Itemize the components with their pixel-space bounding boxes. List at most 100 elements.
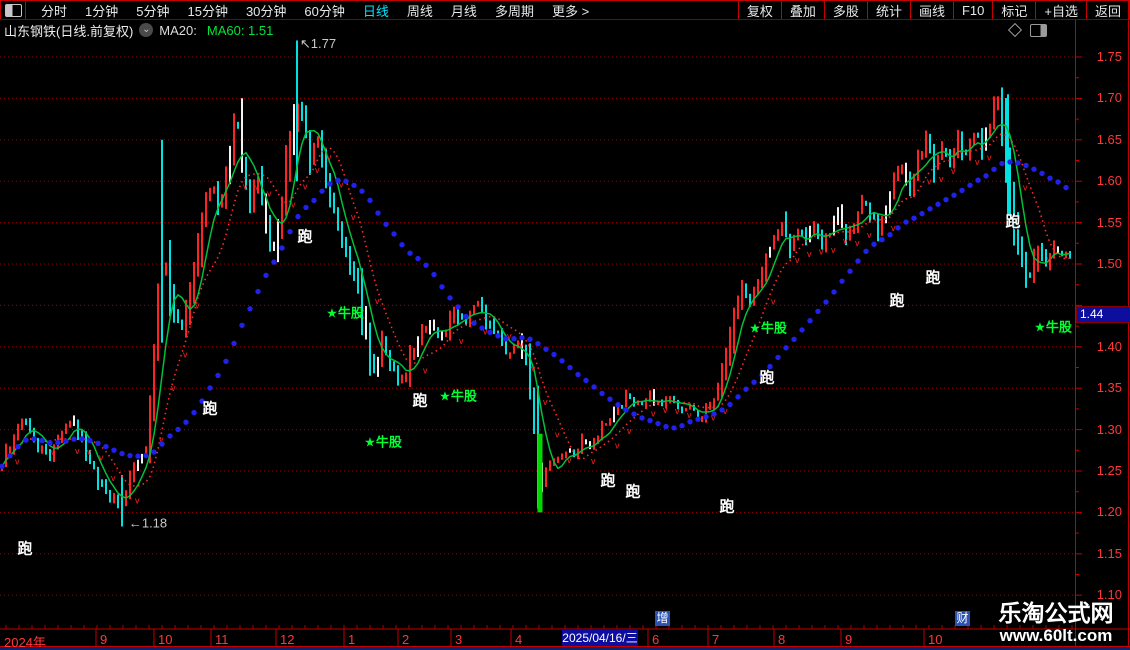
candlestick-chart[interactable]: vv v vvvvvvvvv vvvvvvvvvvvv vvvvvv vvvv v v v vvv… [0, 0, 1130, 650]
svg-text:v: v [987, 153, 992, 163]
svg-text:v: v [675, 406, 680, 416]
x-axis-label: 12 [280, 632, 295, 647]
x-axis-label: 3 [455, 632, 463, 647]
run-annotation: 跑 [202, 400, 218, 418]
price-callout: ↖1.77 [299, 36, 337, 51]
y-axis-label: 1.70 [1096, 90, 1122, 106]
svg-text:v: v [855, 238, 860, 248]
zeng-marker-badge: 增 [655, 611, 670, 626]
run-annotation: 跑 [719, 498, 735, 516]
svg-text:v: v [1023, 182, 1028, 192]
y-axis-label: 1.35 [1096, 380, 1122, 396]
watermark-url: www.60lt.com [999, 626, 1113, 645]
y-axis-label: 1.25 [1096, 463, 1122, 478]
watermark-site-name: 乐淘公式网 [998, 600, 1114, 626]
svg-text:v: v [15, 457, 20, 467]
svg-text:v: v [807, 249, 812, 259]
bull-stock-annotation: ★牛股 [749, 320, 787, 336]
x-axis-label: 7 [712, 632, 720, 647]
svg-text:v: v [819, 246, 824, 256]
cai-marker-badge: 财 [955, 611, 970, 626]
y-axis-label: 1.15 [1096, 545, 1122, 561]
svg-text:v: v [75, 446, 80, 456]
x-axis-label: 10 [928, 632, 943, 647]
y-axis-label: 1.60 [1096, 173, 1122, 189]
y-axis-label: 1.20 [1096, 504, 1122, 520]
axis-border-line [1075, 20, 1076, 647]
selected-date-box: 2025/04/16/三 [562, 630, 638, 646]
bull-stock-annotation: ★牛股 [439, 388, 477, 404]
svg-text:v: v [663, 405, 668, 415]
y-axis-label: 1.75 [1096, 49, 1122, 64]
svg-text:v: v [591, 456, 596, 466]
run-annotation: 跑 [17, 540, 33, 558]
x-axis-label: 9 [100, 632, 108, 647]
svg-text:v: v [243, 181, 248, 191]
svg-text:v: v [519, 340, 524, 350]
svg-text:v: v [267, 188, 272, 198]
svg-text:v: v [99, 453, 104, 463]
run-annotation: 跑 [625, 483, 641, 501]
svg-text:v: v [771, 296, 776, 306]
svg-text:v: v [195, 301, 200, 311]
watermark: 乐淘公式网 www.60lt.com [988, 600, 1124, 646]
svg-text:v: v [975, 157, 980, 167]
price-callout: ←1.18 [128, 515, 168, 531]
svg-text:v: v [795, 255, 800, 265]
x-axis-label: 4 [515, 632, 523, 647]
svg-text:v: v [87, 447, 92, 457]
run-annotation: 跑 [412, 392, 428, 410]
app-window: 分时 1分钟 5分钟 15分钟 30分钟 60分钟 日线 周线 月线 多周期 更多 > 复权 叠加 多股… [0, 0, 1130, 650]
svg-text:v: v [831, 245, 836, 255]
svg-text:v: v [891, 223, 896, 233]
run-annotation: 跑 [925, 269, 941, 287]
x-axis-label: 10 [158, 632, 173, 647]
svg-text:v: v [183, 350, 188, 360]
y-axis-label: 1.40 [1096, 338, 1122, 354]
svg-text:v: v [459, 336, 464, 346]
x-axis-label: 2 [402, 632, 410, 647]
y-axis-label: 1.50 [1096, 256, 1122, 271]
svg-text:v: v [135, 496, 140, 506]
run-annotation: 跑 [297, 228, 313, 246]
svg-text:v: v [375, 296, 380, 306]
svg-text:v: v [51, 448, 56, 458]
bull-stock-annotation: ★牛股 [1034, 319, 1072, 335]
y-axis-label: 1.65 [1096, 131, 1122, 147]
svg-text:v: v [651, 409, 656, 419]
svg-text:v: v [555, 429, 560, 439]
y-axis-label: 1.30 [1096, 421, 1122, 437]
window-right-border [1128, 0, 1129, 647]
svg-text:v: v [939, 174, 944, 184]
x-axis-label: 11 [215, 632, 229, 647]
y-axis-label: 1.55 [1096, 214, 1122, 230]
bull-stock-annotation: ★牛股 [364, 434, 402, 450]
svg-text:v: v [111, 473, 116, 483]
svg-text:v: v [531, 364, 536, 374]
svg-text:v: v [1047, 254, 1052, 264]
current-price-tag: 1.44 [1076, 305, 1130, 323]
svg-text:v: v [867, 230, 872, 240]
svg-text:v: v [351, 212, 356, 222]
svg-text:v: v [327, 152, 332, 162]
svg-text:v: v [567, 455, 572, 465]
svg-text:v: v [291, 200, 296, 210]
svg-text:v: v [423, 365, 428, 375]
svg-text:v: v [951, 166, 956, 176]
run-annotation: 跑 [889, 292, 905, 310]
svg-text:v: v [843, 236, 848, 246]
x-axis-label: 9 [845, 632, 853, 647]
x-axis-label: 8 [778, 632, 786, 647]
svg-text:v: v [927, 177, 932, 187]
bull-stock-annotation: ★牛股 [326, 305, 364, 321]
x-axis-label: 6 [652, 632, 660, 647]
svg-text:v: v [615, 441, 620, 451]
svg-text:v: v [255, 183, 260, 193]
run-annotation: 跑 [600, 472, 616, 490]
run-annotation: 跑 [1005, 213, 1021, 231]
svg-text:v: v [627, 426, 632, 436]
svg-text:v: v [543, 397, 548, 407]
svg-text:v: v [315, 165, 320, 175]
svg-text:v: v [687, 410, 692, 420]
run-annotation: 跑 [759, 369, 775, 387]
